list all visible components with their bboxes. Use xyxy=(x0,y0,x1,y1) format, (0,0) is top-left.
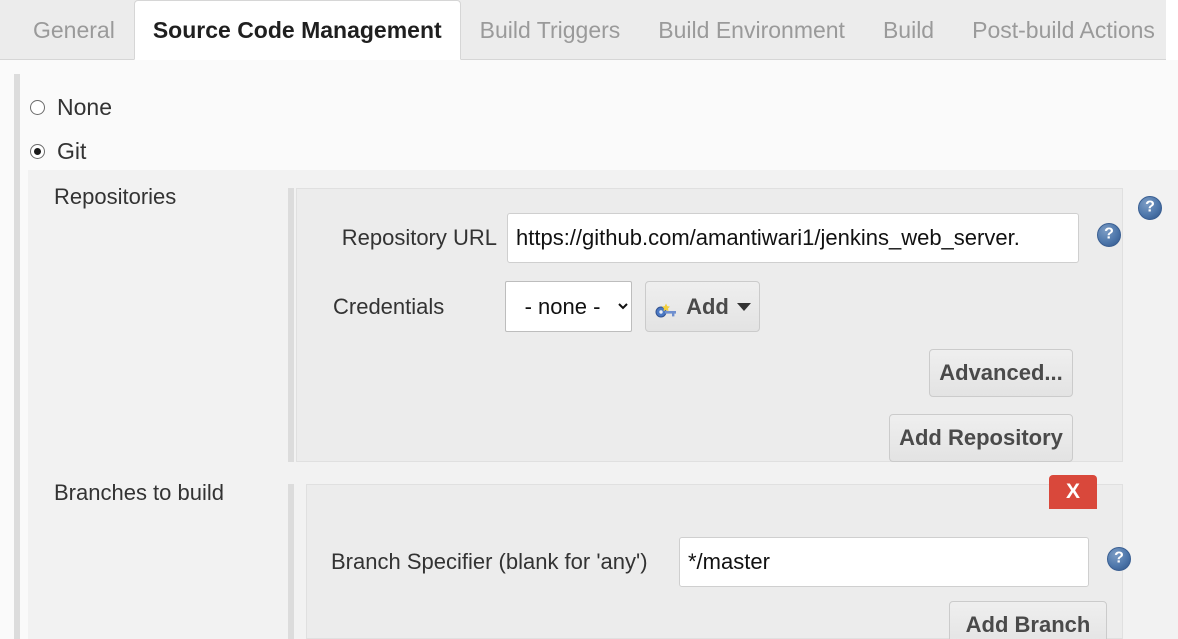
add-branch-button[interactable]: Add Branch xyxy=(949,601,1107,639)
repositories-section-label: Repositories xyxy=(54,184,177,209)
add-credentials-label: Add xyxy=(686,293,729,319)
branches-section-label: Branches to build xyxy=(54,480,224,505)
delete-branch-button[interactable]: X xyxy=(1049,475,1097,509)
repository-url-help-icon[interactable] xyxy=(1097,223,1121,247)
add-credentials-button[interactable]: Add xyxy=(645,281,760,332)
advanced-label: Advanced... xyxy=(939,360,1063,385)
key-icon xyxy=(654,299,678,317)
branch-specifier-help-icon[interactable] xyxy=(1107,547,1131,571)
repository-url-label: Repository URL xyxy=(341,225,497,250)
radio-none-label: None xyxy=(57,94,112,120)
repositories-section-help-icon[interactable] xyxy=(1138,196,1162,220)
advanced-button[interactable]: Advanced... xyxy=(929,349,1073,397)
branch-specifier-input[interactable] xyxy=(679,537,1089,587)
config-tab-bar: General Source Code Management Build Tri… xyxy=(0,0,1166,60)
add-branch-label: Add Branch xyxy=(965,612,1091,637)
repositories-rail xyxy=(288,188,294,462)
jenkins-job-config-page: General Source Code Management Build Tri… xyxy=(0,0,1178,639)
tab-general[interactable]: General xyxy=(14,0,134,59)
scm-body: None Git Repositories Repository URL Cre… xyxy=(0,60,1178,639)
radio-git[interactable] xyxy=(30,144,45,159)
tab-source-code-management[interactable]: Source Code Management xyxy=(133,0,461,60)
credentials-select[interactable]: - none - xyxy=(505,281,632,332)
radio-row-git[interactable]: Git xyxy=(30,138,86,165)
git-settings-block: Repositories Repository URL Credentials … xyxy=(28,170,1178,639)
repository-url-input[interactable] xyxy=(507,213,1079,263)
radio-none[interactable] xyxy=(30,100,45,115)
tab-build-triggers[interactable]: Build Triggers xyxy=(461,0,640,59)
branch-specifier-label: Branch Specifier (blank for 'any') xyxy=(331,549,648,574)
radio-git-label: Git xyxy=(57,138,87,164)
tab-build[interactable]: Build xyxy=(864,0,953,59)
tab-build-environment[interactable]: Build Environment xyxy=(639,0,864,59)
tab-post-build-actions[interactable]: Post-build Actions xyxy=(953,0,1174,59)
credentials-label: Credentials xyxy=(333,294,445,319)
add-repository-button[interactable]: Add Repository xyxy=(889,414,1073,462)
branches-rail xyxy=(288,484,294,639)
section-rail xyxy=(14,74,20,639)
radio-row-none[interactable]: None xyxy=(30,94,112,121)
chevron-down-icon xyxy=(736,302,751,311)
repositories-panel: Repository URL Credentials - none - xyxy=(296,188,1123,462)
add-repository-label: Add Repository xyxy=(899,425,1063,450)
branches-panel: X Branch Specifier (blank for 'any') Add… xyxy=(306,475,1131,639)
